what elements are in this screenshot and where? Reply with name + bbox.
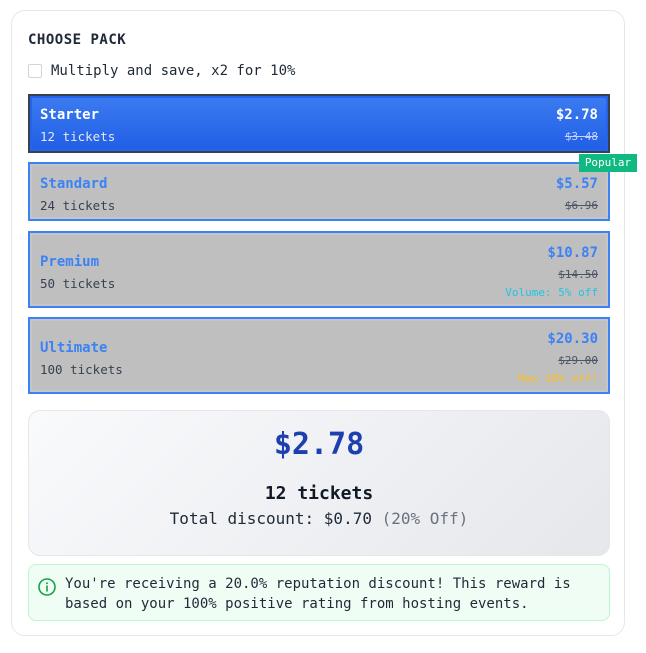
- pack-price: $10.87: [547, 245, 598, 261]
- pack-volume-note: Volume: 5% off: [505, 286, 598, 299]
- summary-price: $2.78: [273, 427, 365, 462]
- pack-inner: Starter 12 tickets $2.78 $3.48: [32, 98, 606, 149]
- pack-old-price: $29.00: [558, 354, 598, 367]
- pack-price: $5.57: [555, 176, 598, 192]
- pack-max-note: Max 30% off!: [518, 372, 598, 385]
- pack-price: $20.30: [547, 331, 598, 347]
- pack-inner: Premium 50 tickets $10.87 $14.50 Volume:…: [32, 235, 606, 304]
- pack-price: $2.78: [555, 107, 598, 123]
- notice-message: You're receiving a 20.0% reputation disc…: [65, 576, 571, 612]
- pack-old-price: $6.96: [564, 199, 598, 212]
- pack-option-ultimate[interactable]: Ultimate 100 tickets $20.30 $29.00 Max 3…: [28, 317, 610, 394]
- pack-option-standard[interactable]: Standard 24 tickets $5.57 $6.96: [28, 162, 610, 221]
- pack-inner: Ultimate 100 tickets $20.30 $29.00 Max 3…: [32, 321, 606, 390]
- reputation-discount-notice: You're receiving a 20.0% reputation disc…: [28, 564, 610, 621]
- pack-tickets: 50 tickets: [40, 276, 116, 291]
- pack-option-starter[interactable]: Starter 12 tickets $2.78 $3.48: [28, 94, 610, 153]
- order-summary: $2.78 12 tickets Total discount: $0.70 (…: [28, 410, 610, 556]
- pack-name: Ultimate: [40, 340, 108, 356]
- pack-tickets: 24 tickets: [40, 198, 116, 213]
- info-icon: [38, 578, 56, 596]
- pack-name: Starter: [40, 107, 100, 123]
- summary-tickets: 12 tickets: [264, 483, 374, 504]
- pack-tickets: 100 tickets: [40, 362, 123, 377]
- multiply-label: Multiply and save, x2 for 10%: [51, 63, 296, 79]
- pack-option-premium[interactable]: Premium 50 tickets $10.87 $14.50 Volume:…: [28, 231, 610, 308]
- pack-old-price: $3.48: [564, 130, 598, 143]
- summary-discount-percent: (20% Off): [381, 509, 469, 528]
- multiply-checkbox[interactable]: [28, 64, 42, 78]
- summary-discount: Total discount: $0.70 (20% Off): [29, 509, 609, 528]
- pack-name: Standard: [40, 176, 108, 192]
- summary-discount-label: Total discount: $0.70: [169, 509, 372, 528]
- pack-name: Premium: [40, 254, 100, 270]
- pack-old-price: $14.50: [558, 268, 598, 281]
- popular-badge: Popular: [579, 154, 637, 172]
- section-title: CHOOSE PACK: [28, 32, 127, 48]
- pack-tickets: 12 tickets: [40, 129, 116, 144]
- pack-inner: Standard 24 tickets $5.57 $6.96: [32, 166, 606, 217]
- multiply-toggle[interactable]: Multiply and save, x2 for 10%: [28, 63, 295, 79]
